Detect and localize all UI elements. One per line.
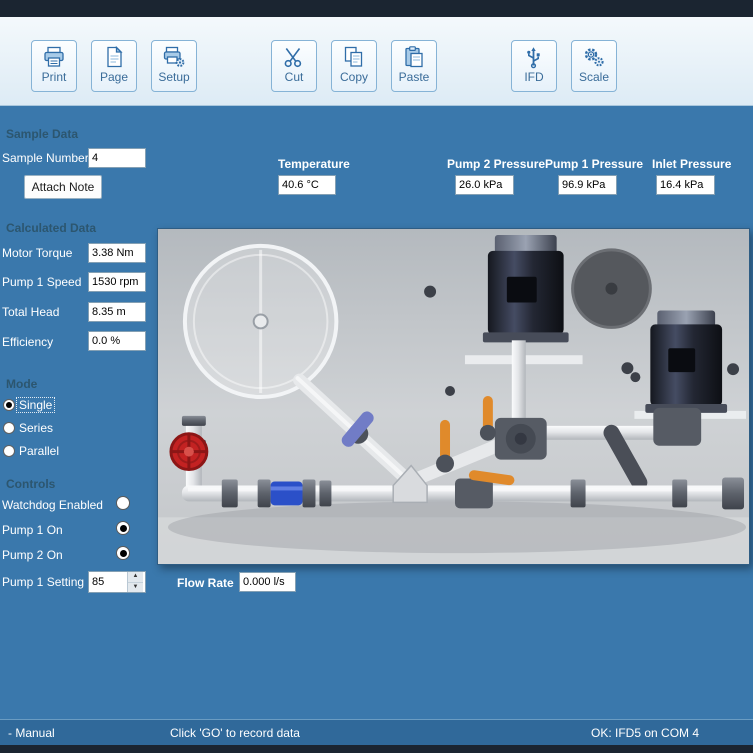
controls-section-header: Controls: [6, 477, 55, 491]
watchdog-enabled-label: Watchdog Enabled: [2, 498, 103, 512]
toolbar-group-device: IFD Scale: [511, 40, 617, 92]
reservoir-tank: [185, 246, 336, 397]
printer-icon: [42, 44, 66, 70]
efficiency-value: 0.0 %: [88, 331, 146, 351]
mode-radio-parallel-label[interactable]: Parallel: [19, 444, 59, 458]
mode-radio-series[interactable]: [3, 422, 15, 434]
usb-icon: [522, 44, 546, 70]
paste-button-label: Paste: [399, 70, 430, 84]
calculated-data-section-header: Calculated Data: [6, 221, 96, 235]
temperature-label: Temperature: [278, 157, 350, 171]
pump1-on-label: Pump 1 On: [2, 523, 63, 537]
motor-torque-value: 3.38 Nm: [88, 243, 146, 263]
gears-icon: [582, 44, 606, 70]
scale-button[interactable]: Scale: [571, 40, 617, 92]
spin-down-icon[interactable]: ▼: [128, 583, 143, 593]
copy-button-label: Copy: [340, 70, 368, 84]
copy-icon: [342, 44, 366, 70]
print-button-label: Print: [42, 70, 67, 84]
toolbar-group-print: Print Page: [31, 40, 197, 92]
total-head-label: Total Head: [2, 305, 59, 319]
pump1-speed-label: Pump 1 Speed: [2, 275, 81, 289]
cut-button[interactable]: Cut: [271, 40, 317, 92]
pump1-speed-value: 1530 rpm: [88, 272, 146, 292]
pump2-pressure-value: 26.0 kPa: [455, 175, 514, 195]
print-button[interactable]: Print: [31, 40, 77, 92]
pump1-setting-input[interactable]: [89, 572, 127, 592]
mode-radio-single[interactable]: [3, 399, 15, 411]
flow-rate-value: 0.000 l/s: [239, 572, 296, 592]
pump1-setting-stepper[interactable]: ▲ ▼: [88, 571, 146, 593]
apparatus-photo: [157, 228, 750, 565]
pump2-on-label: Pump 2 On: [2, 548, 63, 562]
pump1-setting-spin-buttons: ▲ ▼: [127, 572, 143, 592]
page-button[interactable]: Page: [91, 40, 137, 92]
page-icon: [102, 44, 126, 70]
impeller-disc: [573, 250, 651, 328]
blue-union: [271, 481, 303, 505]
scale-button-label: Scale: [579, 70, 609, 84]
status-bar: - Manual Click 'GO' to record data OK: I…: [0, 719, 753, 745]
setup-button-label: Setup: [158, 70, 189, 84]
inlet-pressure-value: 16.4 kPa: [656, 175, 715, 195]
mode-section-header: Mode: [6, 377, 37, 391]
ifd-button-label: IFD: [524, 70, 543, 84]
window-bottom-strip: [0, 745, 753, 753]
toolbar-group-clipboard: Cut Copy: [271, 40, 437, 92]
pump2-on-switch[interactable]: [116, 546, 130, 560]
attach-note-button[interactable]: Attach Note: [24, 175, 102, 199]
temperature-value: 40.6 °C: [278, 175, 336, 195]
status-mode-text: - Manual: [8, 726, 55, 740]
efficiency-label: Efficiency: [2, 335, 53, 349]
pump2-volute: [653, 408, 701, 446]
flow-rate-label: Flow Rate: [177, 576, 234, 590]
pump1-pressure-label: Pump 1 Pressure: [545, 157, 643, 171]
total-head-value: 8.35 m: [88, 302, 146, 322]
clipboard-icon: [402, 44, 426, 70]
printer-setup-icon: [162, 44, 186, 70]
pump1-pressure-value: 96.9 kPa: [558, 175, 617, 195]
status-message: Click 'GO' to record data: [170, 726, 300, 740]
sample-number-input[interactable]: [88, 148, 146, 168]
pump1-on-switch[interactable]: [116, 521, 130, 535]
mode-radio-series-label[interactable]: Series: [19, 421, 53, 435]
toolbar: Print Page: [0, 17, 753, 106]
sample-number-label: Sample Number: [2, 151, 89, 165]
cut-button-label: Cut: [285, 70, 304, 84]
window-top-strip: [0, 0, 753, 17]
ifd-button[interactable]: IFD: [511, 40, 557, 92]
page-button-label: Page: [100, 70, 128, 84]
sample-data-section-header: Sample Data: [6, 127, 78, 141]
mode-radio-parallel[interactable]: [3, 445, 15, 457]
copy-button[interactable]: Copy: [331, 40, 377, 92]
setup-button[interactable]: Setup: [151, 40, 197, 92]
paste-button[interactable]: Paste: [391, 40, 437, 92]
pump1-setting-label: Pump 1 Setting: [2, 575, 84, 589]
motor-torque-label: Motor Torque: [2, 246, 72, 260]
pump1-volute: [495, 418, 547, 460]
spin-up-icon[interactable]: ▲: [128, 572, 143, 583]
watchdog-enabled-switch[interactable]: [116, 496, 130, 510]
status-connection: OK: IFD5 on COM 4: [591, 726, 699, 740]
mode-radio-single-label[interactable]: Single: [17, 398, 54, 412]
red-valve-handwheel: [171, 434, 207, 470]
inlet-pressure-label: Inlet Pressure: [652, 157, 731, 171]
pump2-motor: [645, 311, 727, 413]
scissors-icon: [282, 44, 306, 70]
pump2-pressure-label: Pump 2 Pressure: [447, 157, 545, 171]
pump1-motor: [483, 235, 569, 342]
